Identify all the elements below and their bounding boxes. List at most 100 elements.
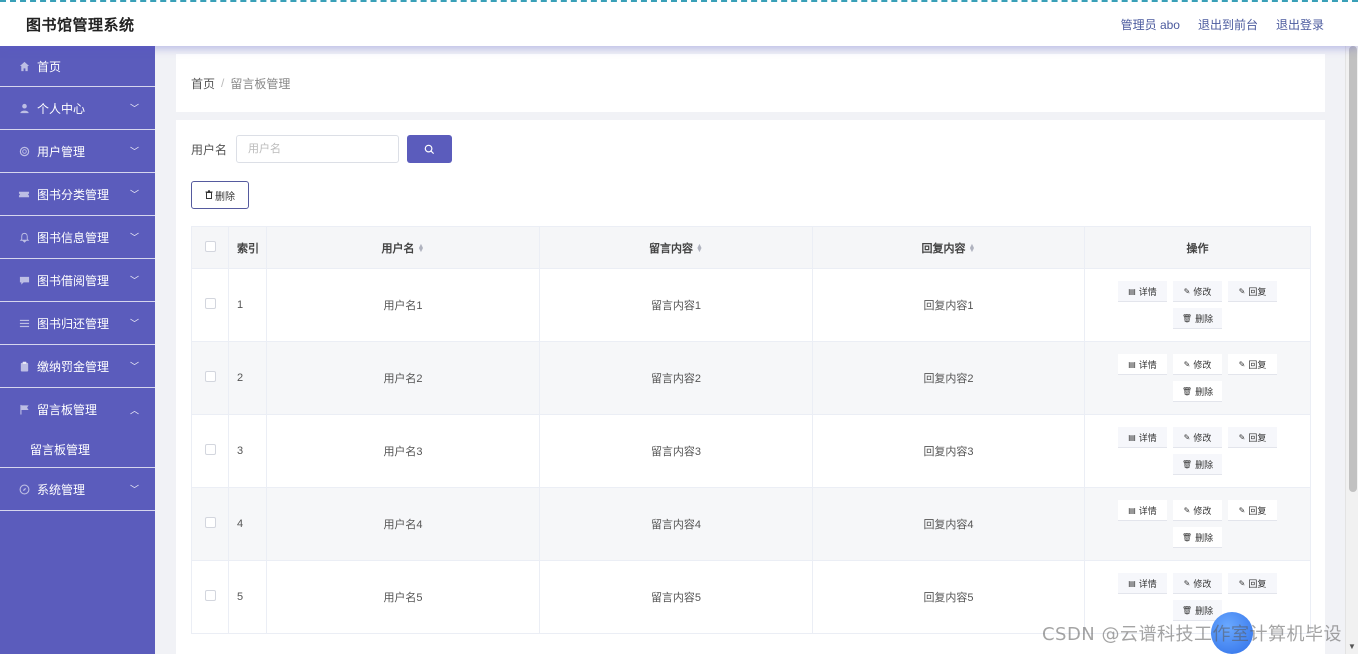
scrollbar-thumb[interactable] (1349, 46, 1357, 492)
table-row: 1 用户名1 留言内容1 回复内容1 ▤ 详情 ✎ 修改 ✎ 回复 🗑 删除 (191, 268, 1311, 342)
delete-label: 删除 (1195, 386, 1214, 397)
edit-label: 修改 (1193, 286, 1212, 297)
edit-button[interactable]: ✎ 修改 (1173, 573, 1222, 594)
compass-icon (18, 483, 30, 495)
edit-button[interactable]: ✎ 修改 (1173, 500, 1222, 521)
vertical-scrollbar[interactable]: ▼ (1345, 46, 1358, 654)
batch-delete-button[interactable]: 删除 (191, 181, 249, 209)
column-header-actions: 操作 (1084, 226, 1311, 269)
cell-message: 留言内容5 (539, 560, 813, 634)
trash-icon: 🗑 (1181, 313, 1193, 323)
edit-button[interactable]: ✎ 修改 (1173, 281, 1222, 302)
detail-button[interactable]: ▤ 详情 (1118, 427, 1167, 448)
sidebar-item-system[interactable]: 系统管理 ﹀ (0, 468, 155, 511)
row-checkbox[interactable] (204, 298, 216, 309)
search-button[interactable] (407, 135, 453, 163)
table-row: 2 用户名2 留言内容2 回复内容2 ▤ 详情 ✎ 修改 ✎ 回复 🗑 删除 (191, 341, 1311, 415)
row-actions: ▤ 详情 ✎ 修改 ✎ 回复 🗑 删除 (1112, 427, 1284, 475)
sort-icon[interactable]: ▲ ▼ (418, 243, 425, 254)
flag-icon (18, 404, 30, 416)
exit-to-front-link[interactable]: 退出到前台 (1198, 16, 1258, 33)
username-search-input[interactable] (236, 135, 400, 163)
reply-label: 回复 (1248, 578, 1267, 589)
row-select-cell (191, 414, 229, 488)
delete-button[interactable]: 🗑 删除 (1173, 454, 1222, 475)
message-icon (18, 274, 30, 286)
delete-button[interactable]: 🗑 删除 (1173, 381, 1222, 402)
sidebar-item-label: 图书分类管理 (37, 187, 110, 202)
reply-label: 回复 (1248, 286, 1267, 297)
sidebar-item-label: 图书归还管理 (37, 316, 110, 331)
delete-button[interactable]: 🗑 删除 (1173, 527, 1222, 548)
sidebar-item-return[interactable]: 图书归还管理 ﹀ (0, 302, 155, 345)
column-header-reply[interactable]: 回复内容 ▲ ▼ (812, 226, 1085, 269)
document-icon: ▤ (1128, 432, 1136, 442)
edit-icon: ✎ (1238, 359, 1246, 369)
cell-username: 用户名3 (266, 414, 540, 488)
admin-label[interactable]: 管理员 abo (1121, 16, 1180, 33)
sidebar-item-borrow[interactable]: 图书借阅管理 ﹀ (0, 259, 155, 302)
select-all-checkbox[interactable] (204, 240, 216, 252)
detail-label: 详情 (1138, 432, 1157, 443)
reply-label: 回复 (1248, 359, 1267, 370)
reply-button[interactable]: ✎ 回复 (1228, 500, 1277, 521)
detail-button[interactable]: ▤ 详情 (1118, 500, 1167, 521)
detail-button[interactable]: ▤ 详情 (1118, 573, 1167, 594)
sort-icon[interactable]: ▲ ▼ (969, 243, 976, 254)
sidebar-item-profile[interactable]: 个人中心 ﹀ (0, 87, 155, 130)
sidebar-item-book-category[interactable]: 图书分类管理 ﹀ (0, 173, 155, 216)
cell-index: 2 (228, 341, 267, 415)
content-panel: 用户名 删除 索引 用户名▲▼ 留言内容▲▼ 回复内容▲▼ 操作 1用户名1留言… (176, 120, 1325, 654)
chevron-down-icon: ﹀ (129, 484, 139, 495)
breadcrumb-home[interactable]: 首页 (191, 75, 215, 92)
cell-reply: 回复内容3 (812, 414, 1085, 488)
edit-icon: ✎ (1183, 505, 1191, 515)
row-checkbox[interactable] (204, 371, 216, 382)
app-title: 图书馆管理系统 (26, 16, 135, 34)
breadcrumb-separator: / (221, 76, 225, 90)
sidebar-item-label: 图书信息管理 (37, 230, 110, 245)
cell-actions: ▤ 详情 ✎ 修改 ✎ 回复 🗑 删除 (1084, 487, 1311, 561)
reply-button[interactable]: ✎ 回复 (1228, 281, 1277, 302)
sidebar-item-label: 缴纳罚金管理 (37, 359, 110, 374)
trash-icon (205, 189, 213, 201)
row-checkbox[interactable] (204, 590, 216, 601)
row-checkbox[interactable] (204, 444, 216, 455)
column-header-username[interactable]: 用户名 ▲ ▼ (266, 226, 540, 269)
row-select-cell (191, 268, 229, 342)
home-icon (18, 60, 30, 72)
select-all-cell (191, 226, 229, 269)
chevron-down-icon: ﹀ (129, 103, 139, 114)
detail-button[interactable]: ▤ 详情 (1118, 281, 1167, 302)
delete-button[interactable]: 🗑 删除 (1173, 308, 1222, 329)
sidebar-item-users[interactable]: 用户管理 ﹀ (0, 130, 155, 173)
column-header-message[interactable]: 留言内容 ▲ ▼ (539, 226, 813, 269)
column-header-label: 用户名 (381, 242, 415, 255)
logout-link[interactable]: 退出登录 (1276, 16, 1324, 33)
cell-message: 留言内容4 (539, 487, 813, 561)
edit-button[interactable]: ✎ 修改 (1173, 427, 1222, 448)
column-header-index: 索引 (228, 226, 267, 269)
edit-button[interactable]: ✎ 修改 (1173, 354, 1222, 375)
reply-button[interactable]: ✎ 回复 (1228, 573, 1277, 594)
sidebar-item-label: 首页 (37, 59, 62, 74)
sidebar-item-label: 个人中心 (37, 101, 86, 116)
sidebar-item-fines[interactable]: 缴纳罚金管理 ﹀ (0, 345, 155, 388)
reply-button[interactable]: ✎ 回复 (1228, 354, 1277, 375)
sidebar-item-home[interactable]: 首页 (0, 46, 155, 87)
sort-icon[interactable]: ▲ ▼ (696, 243, 703, 254)
sidebar-item-messages[interactable]: 留言板管理 ︿ (0, 388, 155, 431)
table-header-row: 索引 用户名 ▲ ▼ 留言内容 ▲ ▼ 回复内容 ▲ ▼ 操作 (191, 226, 1311, 269)
reply-button[interactable]: ✎ 回复 (1228, 427, 1277, 448)
delete-button[interactable]: 🗑 删除 (1173, 600, 1222, 621)
clipboard-icon (18, 360, 30, 372)
row-checkbox[interactable] (204, 517, 216, 528)
sidebar-subitem-message-board[interactable]: 留言板管理 (0, 431, 155, 468)
detail-button[interactable]: ▤ 详情 (1118, 354, 1167, 375)
chevron-down-icon: ﹀ (129, 146, 139, 157)
scroll-down-arrow-icon[interactable]: ▼ (1348, 642, 1356, 651)
cell-username: 用户名2 (266, 341, 540, 415)
bell-icon (18, 231, 30, 243)
sidebar-item-book-info[interactable]: 图书信息管理 ﹀ (0, 216, 155, 259)
breadcrumb-current: 留言板管理 (230, 76, 291, 91)
